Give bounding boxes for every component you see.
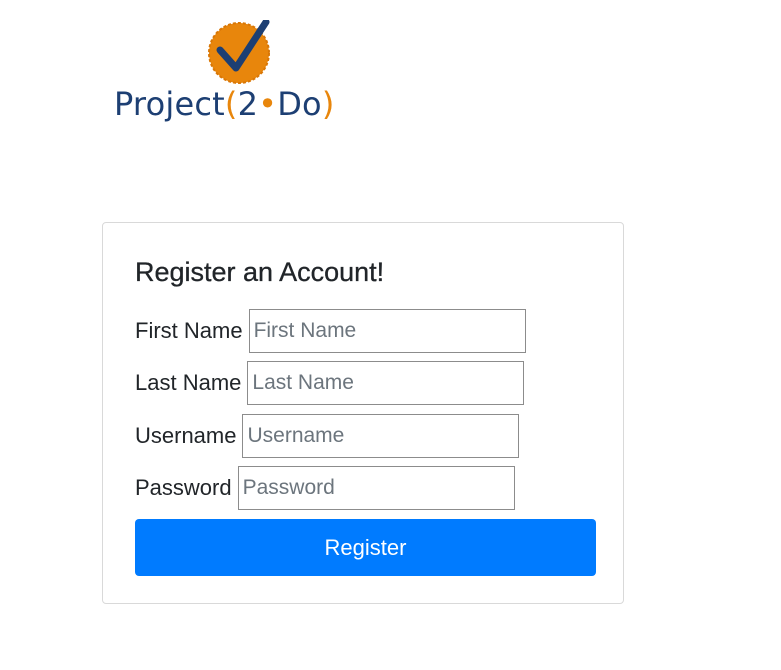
first-name-row: First Name [135, 308, 526, 354]
last-name-row: Last Name [135, 360, 525, 406]
project2do-logo: Project(2•Do) [114, 20, 384, 126]
register-page: Project(2•Do) Register an Account! First… [0, 0, 781, 670]
last-name-label: Last Name [135, 370, 242, 395]
password-label: Password [135, 475, 232, 500]
username-row: Username [135, 413, 520, 459]
username-label: Username [135, 423, 237, 448]
username-input[interactable] [242, 414, 520, 458]
last-name-input[interactable] [247, 361, 525, 405]
first-name-label: First Name [135, 318, 243, 343]
form-title: Register an Account! [135, 257, 385, 287]
password-row: Password [135, 465, 515, 511]
first-name-input[interactable] [248, 309, 526, 353]
register-button[interactable]: Register [135, 519, 596, 576]
password-input[interactable] [237, 466, 515, 510]
logo-wordmark: Project(2•Do) [114, 85, 335, 123]
register-card: Register an Account! First Name Last Nam… [102, 222, 624, 604]
checkmark-badge-icon [208, 20, 270, 84]
